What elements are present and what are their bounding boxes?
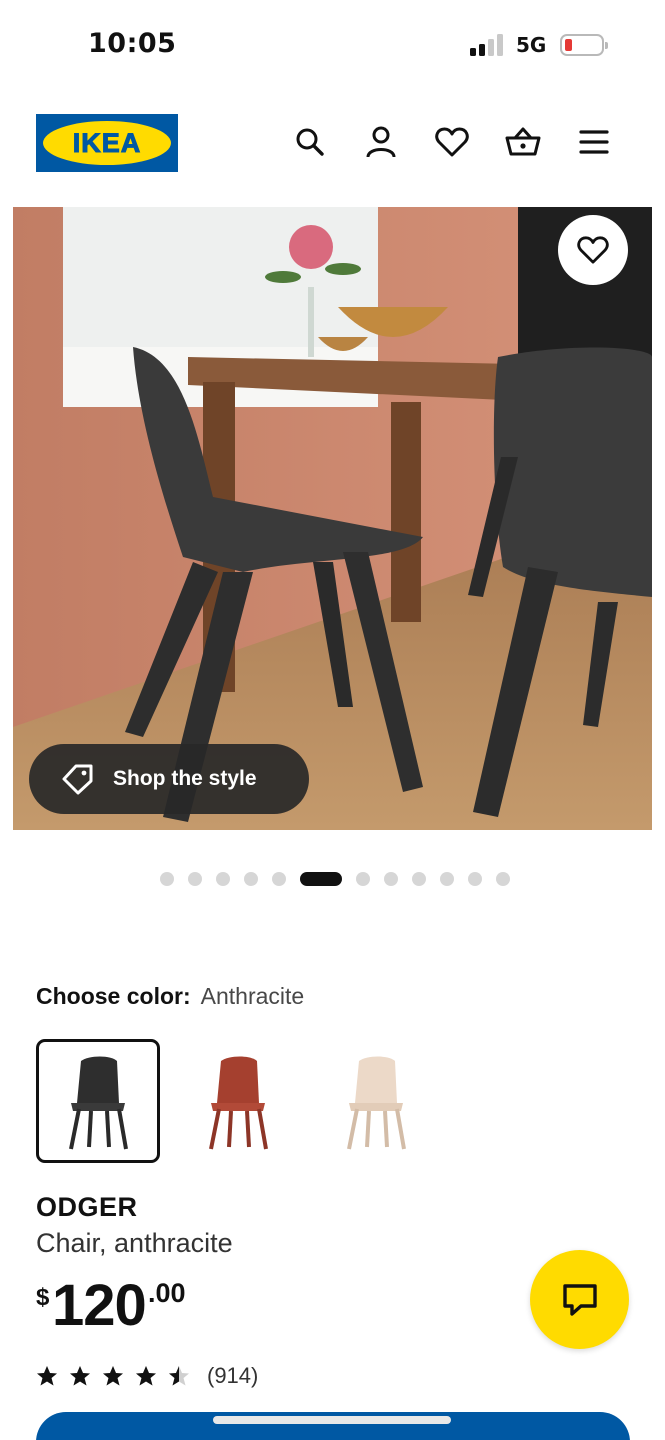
battery-level bbox=[565, 39, 572, 51]
star-icon bbox=[169, 1366, 189, 1386]
shop-the-style-button[interactable]: Shop the style bbox=[29, 744, 309, 814]
product-photo bbox=[13, 207, 652, 830]
star-icon bbox=[37, 1366, 57, 1386]
swatch-red[interactable] bbox=[176, 1039, 300, 1163]
logo-text: IKEA bbox=[72, 127, 142, 158]
status-time: 10:05 bbox=[88, 28, 177, 59]
review-count: (914) bbox=[207, 1363, 259, 1388]
carousel-dot[interactable] bbox=[187, 872, 202, 886]
price-currency: $ bbox=[36, 1284, 50, 1311]
star-icon bbox=[103, 1366, 123, 1386]
ikea-logo[interactable]: IKEA bbox=[36, 114, 178, 172]
star-icon bbox=[70, 1366, 90, 1386]
selected-color-value: Anthracite bbox=[200, 983, 305, 1009]
menu-icon[interactable] bbox=[574, 122, 614, 162]
price-integer: 120 bbox=[52, 1273, 147, 1338]
swatch-beige[interactable] bbox=[314, 1039, 438, 1163]
carousel-dot[interactable] bbox=[271, 872, 286, 886]
product-name: ODGER bbox=[36, 1192, 138, 1222]
carousel-dot[interactable] bbox=[411, 872, 426, 886]
tag-icon bbox=[62, 764, 93, 795]
carousel-dot[interactable] bbox=[355, 872, 370, 886]
account-icon[interactable] bbox=[361, 122, 401, 162]
choose-color-label: Choose color: bbox=[36, 983, 191, 1009]
basket-icon[interactable] bbox=[503, 122, 543, 162]
star-icon bbox=[136, 1366, 156, 1386]
chair-thumbnail-icon bbox=[347, 1056, 406, 1150]
carousel-dot[interactable] bbox=[215, 872, 230, 886]
chair-thumbnail-icon bbox=[209, 1056, 268, 1150]
battery-icon bbox=[560, 34, 608, 56]
shop-the-style-label: Shop the style bbox=[113, 767, 257, 790]
carousel-dot[interactable] bbox=[439, 872, 454, 886]
carousel-dot[interactable] bbox=[383, 872, 398, 886]
save-to-favorites-button[interactable] bbox=[558, 215, 628, 285]
site-header: IKEA bbox=[0, 100, 665, 188]
swatch-anthracite[interactable] bbox=[36, 1039, 160, 1163]
carousel-dot-active[interactable] bbox=[299, 872, 342, 886]
chat-icon bbox=[562, 1283, 597, 1316]
carousel-dots[interactable] bbox=[0, 871, 665, 887]
carousel-dot[interactable] bbox=[243, 872, 258, 886]
carousel-dot[interactable] bbox=[467, 872, 482, 886]
carousel-dot[interactable] bbox=[495, 872, 510, 886]
search-icon[interactable] bbox=[290, 122, 330, 162]
carousel-dot[interactable] bbox=[159, 872, 174, 886]
heart-icon bbox=[577, 236, 609, 264]
status-bar: 10:05 5G bbox=[0, 0, 665, 90]
network-type: 5G bbox=[516, 33, 547, 57]
product-description: Chair, anthracite bbox=[36, 1228, 233, 1258]
chat-button[interactable] bbox=[530, 1250, 629, 1349]
signal-strength-icon bbox=[470, 34, 506, 56]
product-rating[interactable]: (914) bbox=[36, 1363, 258, 1389]
heart-icon[interactable] bbox=[432, 122, 472, 162]
chair-thumbnail-icon bbox=[69, 1056, 128, 1150]
product-image-gallery[interactable]: Shop the style bbox=[13, 207, 652, 830]
price-decimal: .00 bbox=[148, 1278, 186, 1308]
home-indicator bbox=[213, 1416, 451, 1424]
color-chooser-label-row: Choose color: Anthracite bbox=[36, 983, 304, 1010]
